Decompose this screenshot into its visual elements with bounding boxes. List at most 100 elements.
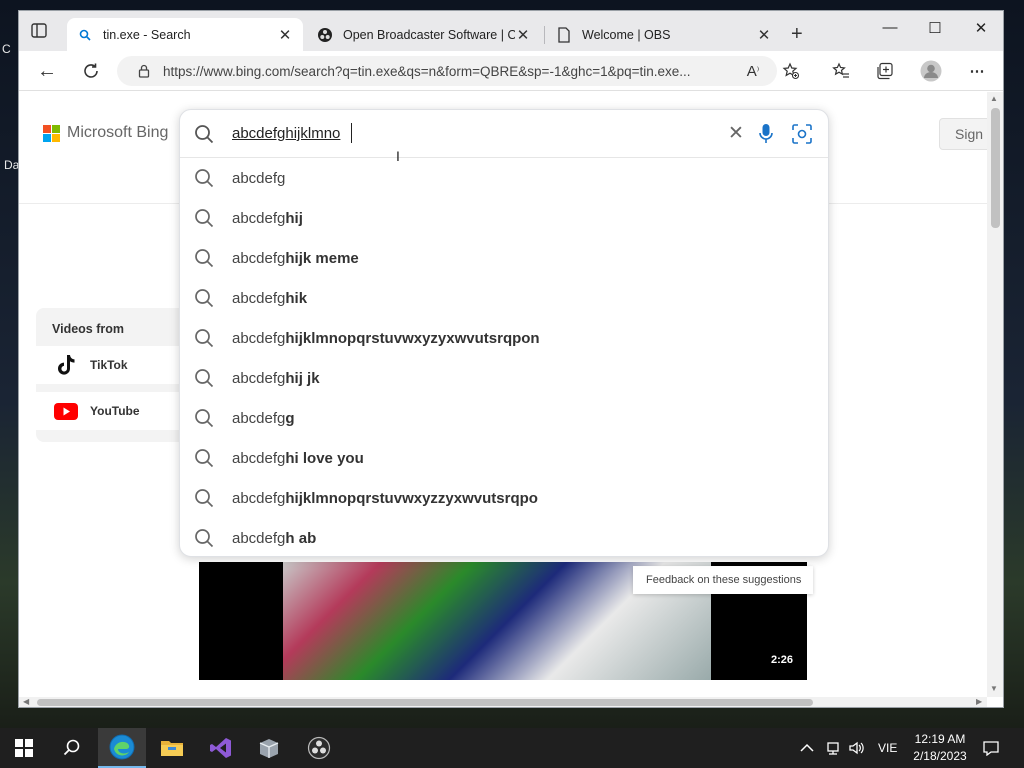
desktop-icon-fragment[interactable]: C: [2, 42, 11, 56]
suggestion-item[interactable]: abcdefg hij: [180, 198, 828, 238]
clear-search-icon[interactable]: ✕: [726, 122, 746, 145]
settings-more-icon[interactable]: ⋯: [965, 59, 989, 83]
source-youtube[interactable]: YouTube: [36, 392, 196, 430]
suggestion-item[interactable]: abcdefg hijk meme: [180, 238, 828, 278]
favorites-icon[interactable]: [829, 59, 853, 83]
tab-obs-software[interactable]: Open Broadcaster Software | OBS ✕: [307, 18, 541, 51]
suggestion-prefix: abcdefg: [232, 409, 286, 427]
suggestion-item[interactable]: abcdefg hi love you: [180, 438, 828, 478]
suggestion-prefix: abcdefg: [232, 489, 286, 507]
package-installer-icon[interactable]: [245, 728, 293, 768]
maximize-icon[interactable]: ☐: [923, 19, 947, 37]
refresh-icon[interactable]: [79, 59, 103, 83]
taskbar-search-icon[interactable]: [48, 728, 96, 768]
suggestion-item[interactable]: abcdefg hij jk: [180, 358, 828, 398]
suggestion-prefix: abcdefg: [232, 289, 286, 307]
horizontal-scrollbar[interactable]: ◀ ▶: [19, 697, 987, 707]
source-tiktok[interactable]: TikTok: [36, 346, 196, 384]
network-icon[interactable]: [826, 728, 844, 768]
horizontal-scroll-thumb[interactable]: [37, 699, 813, 706]
search-input[interactable]: abcdefghijklmno: [232, 125, 340, 142]
videos-from-heading: Videos from: [52, 322, 125, 336]
feedback-suggestions-link[interactable]: Feedback on these suggestions: [633, 566, 813, 594]
suggestion-item[interactable]: abcdefg hijklmnopqrstuvwxyzyxwvutsrqpon: [180, 318, 828, 358]
notifications-icon[interactable]: [982, 728, 1000, 768]
suggestion-completion: hijklmnopqrstuvwxyzyxwvutsrqpon: [285, 329, 540, 347]
read-aloud-icon[interactable]: A ⁾: [741, 59, 765, 83]
scroll-down-icon[interactable]: ▼: [990, 684, 998, 693]
close-window-icon[interactable]: ✕: [969, 19, 993, 37]
vertical-scroll-thumb[interactable]: [991, 108, 1000, 228]
tab-separator: [544, 26, 545, 44]
suggestion-prefix: abcdefg: [232, 329, 286, 347]
obs-taskbar-icon[interactable]: [295, 728, 343, 768]
lock-icon[interactable]: [137, 64, 151, 78]
suggestion-item[interactable]: abcdefg: [180, 158, 828, 198]
back-icon[interactable]: ←: [35, 59, 59, 83]
start-button[interactable]: [0, 728, 48, 768]
suggestion-prefix: abcdefg: [232, 169, 286, 187]
sign-in-button[interactable]: Sign i: [939, 118, 987, 150]
visual-search-icon[interactable]: [791, 123, 813, 145]
collections-icon[interactable]: [873, 59, 897, 83]
clock-time: 12:19 AM: [914, 732, 966, 746]
scroll-up-icon[interactable]: ▲: [990, 94, 998, 103]
tab-bing-search[interactable]: tin.exe - Search ✕: [67, 18, 303, 51]
browser-window: tin.exe - Search ✕ Open Broadcaster Soft…: [18, 10, 1004, 708]
suggestion-prefix: abcdefg: [232, 369, 286, 387]
videos-from-card: Videos from TikTok YouTube: [36, 308, 196, 442]
address-bar: ← https://www.bing.com/search?q=tin.exe&…: [19, 51, 1003, 91]
search-icon: [194, 328, 214, 348]
bing-search-icon: [77, 27, 93, 43]
visual-studio-icon[interactable]: [197, 728, 245, 768]
add-favorite-icon[interactable]: [779, 59, 803, 83]
suggestion-completion: hijk meme: [285, 249, 359, 267]
taskbar-clock[interactable]: 12:19 AM 2/18/2023: [908, 731, 972, 765]
input-language[interactable]: VIE: [878, 728, 897, 768]
close-tab-icon[interactable]: ✕: [756, 26, 772, 44]
search-icon: [194, 368, 214, 388]
source-label: TikTok: [90, 358, 128, 372]
url-field[interactable]: https://www.bing.com/search?q=tin.exe&qs…: [117, 56, 777, 86]
suggestion-completion: hi love you: [285, 449, 364, 467]
search-icon: [194, 168, 214, 188]
tab-welcome-obs[interactable]: Welcome | OBS ✕: [546, 18, 782, 51]
suggestion-item[interactable]: abcdefg h ab: [180, 518, 828, 558]
microsoft-bing-logo[interactable]: Microsoft Bing: [43, 124, 168, 142]
suggestion-prefix: abcdefg: [232, 249, 286, 267]
vertical-scrollbar[interactable]: ▲ ▼: [987, 92, 1003, 697]
microphone-icon[interactable]: [758, 123, 774, 145]
minimize-icon[interactable]: —: [878, 19, 902, 36]
tiktok-icon: [54, 353, 78, 377]
file-explorer-icon[interactable]: [148, 728, 196, 768]
search-box[interactable]: abcdefghijklmno ✕: [180, 110, 828, 158]
search-icon: [194, 488, 214, 508]
suggestion-completion: hij: [285, 209, 303, 227]
suggestion-prefix: abcdefg: [232, 209, 286, 227]
youtube-icon: [54, 399, 78, 423]
new-tab-icon[interactable]: +: [791, 23, 803, 46]
bing-page: Microsoft Bing Sign i Videos from TikTok…: [19, 92, 987, 697]
search-icon: [194, 208, 214, 228]
show-hidden-icons[interactable]: [800, 728, 814, 768]
text-caret: [351, 123, 352, 143]
suggestion-item[interactable]: abcdefg g: [180, 398, 828, 438]
suggestion-item[interactable]: abcdefg hik: [180, 278, 828, 318]
suggestion-completion: h ab: [285, 529, 317, 547]
scroll-left-icon[interactable]: ◀: [23, 697, 29, 706]
volume-icon[interactable]: [848, 728, 866, 768]
search-icon: [194, 288, 214, 308]
suggestion-completion: hik: [285, 289, 308, 307]
clock-date: 2/18/2023: [913, 749, 967, 763]
edge-taskbar-icon[interactable]: [98, 728, 146, 768]
close-tab-icon[interactable]: ✕: [277, 26, 293, 44]
logo-text: Microsoft Bing: [67, 124, 169, 141]
scroll-right-icon[interactable]: ▶: [976, 697, 982, 706]
suggestion-completion: g: [285, 409, 295, 427]
search-icon: [194, 448, 214, 468]
close-tab-icon[interactable]: ✕: [515, 26, 531, 44]
tab-actions-icon[interactable]: [29, 22, 49, 40]
suggestion-item[interactable]: abcdefg hijklmnopqrstuvwxyzzyxwvutsrqpo: [180, 478, 828, 518]
profile-avatar-icon[interactable]: [919, 59, 943, 83]
search-icon: [194, 528, 214, 548]
